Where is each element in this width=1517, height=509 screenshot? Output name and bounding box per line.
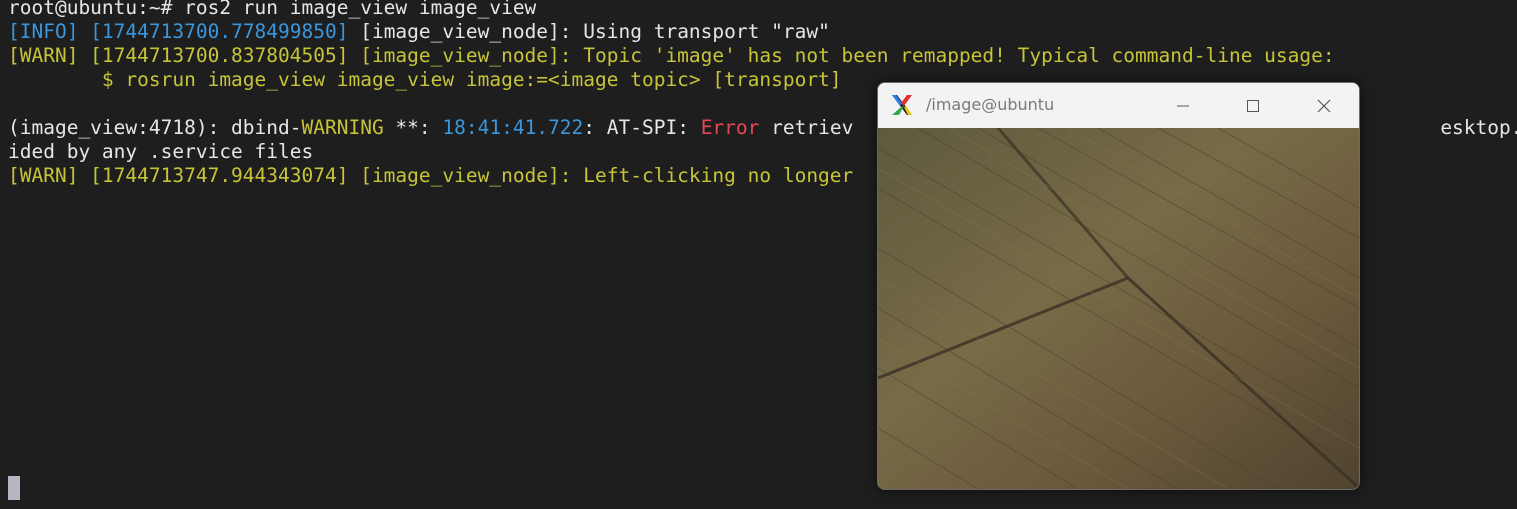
terminal-text: [WARN] [1744713700.837804505] [image_vie…: [8, 44, 1335, 67]
close-button[interactable]: [1289, 83, 1359, 128]
terminal-text: WARNING: [301, 116, 384, 139]
terminal-line: [INFO] [1744713700.778499850] [image_vie…: [8, 20, 1517, 44]
image-view-window[interactable]: /image@ubuntu: [877, 82, 1360, 490]
x-logo-icon: [892, 95, 912, 115]
terminal-text: retriev: [759, 116, 854, 139]
terminal-line: root@ubuntu:~# ros2 run image_view image…: [8, 0, 1517, 20]
terminal-text: [WARN] [1744713747.944343074] [image_vie…: [8, 164, 854, 187]
window-title: /image@ubuntu: [926, 95, 1055, 114]
minimize-button[interactable]: [1148, 83, 1218, 128]
terminal-text: 18:41:41.722: [442, 116, 584, 139]
terminal-line: [WARN] [1744713700.837804505] [image_vie…: [8, 44, 1517, 68]
terminal-text: ided by any .service files: [8, 140, 314, 163]
terminal-text: [1744713700.778499850]: [90, 20, 349, 43]
wood-floor-image: [878, 128, 1359, 489]
terminal-text: [INFO]: [8, 20, 91, 43]
terminal-text: esktop.DBus.E: [1440, 116, 1517, 139]
close-icon: [1317, 99, 1331, 112]
terminal-text: **:: [383, 116, 443, 139]
window-titlebar[interactable]: /image@ubuntu: [878, 83, 1359, 128]
terminal-text: [image_view_node]: Using transport "raw": [348, 20, 830, 43]
maximize-button[interactable]: [1218, 83, 1288, 128]
terminal-text: : AT-SPI:: [583, 116, 701, 139]
terminal-text: root@ubuntu:~# ros2 run image_view image…: [8, 0, 537, 19]
terminal-text: (image_view:4718): dbind-: [8, 116, 302, 139]
maximize-icon: [1247, 99, 1259, 112]
camera-image: [878, 128, 1359, 489]
minimize-icon: [1177, 105, 1189, 106]
terminal-text: Error: [700, 116, 760, 139]
terminal-cursor: [8, 476, 20, 500]
terminal-text: $ rosrun image_view image_view image:=<i…: [8, 68, 842, 91]
